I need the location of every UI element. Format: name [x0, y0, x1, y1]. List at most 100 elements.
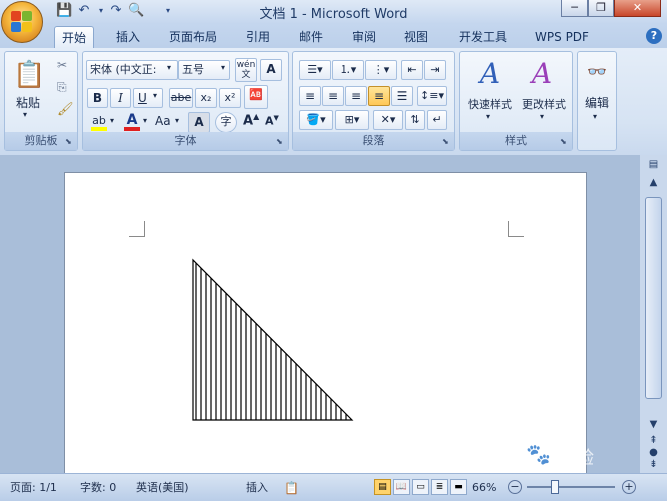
subscript-button[interactable]: x₂	[195, 88, 217, 108]
full-screen-reading-icon[interactable]: 📖	[393, 479, 410, 495]
line-spacing-button[interactable]: ↕≡▾	[417, 86, 447, 106]
scroll-thumb[interactable]	[645, 197, 662, 399]
zoom-slider-thumb[interactable]	[551, 480, 559, 494]
underline-button[interactable]: U	[133, 88, 163, 108]
paragraph-launcher-icon[interactable]: ⬊	[442, 137, 452, 147]
align-left-button[interactable]: ≡	[299, 86, 321, 106]
close-button[interactable]: ✕	[614, 0, 661, 17]
superscript-button[interactable]: x²	[219, 88, 241, 108]
change-styles-dropdown-icon[interactable]: ▾	[540, 112, 544, 121]
font-name-dropdown-icon[interactable]: ▾	[167, 63, 171, 72]
change-styles-button[interactable]: 更改样式	[516, 96, 572, 112]
word-count[interactable]: 字数: 0	[80, 480, 116, 496]
clipboard-launcher-icon[interactable]: ⬊	[65, 137, 75, 147]
print-layout-view-icon[interactable]: ▤	[374, 479, 391, 495]
find-icon[interactable]: 👓	[582, 60, 612, 84]
paste-dropdown-icon[interactable]: ▾	[23, 110, 27, 119]
tab-view[interactable]: 视图	[396, 26, 436, 48]
numbering-button[interactable]: ⒈▾	[332, 60, 364, 80]
grow-font-button[interactable]: A▲	[243, 112, 259, 128]
tab-wps-pdf[interactable]: WPS PDF	[527, 26, 597, 48]
vertical-scrollbar[interactable]: ▤ ▲ ▼ ⇞ ● ⇟	[640, 155, 667, 473]
chinese-layout-button[interactable]: ✕▾	[373, 110, 403, 130]
format-painter-icon[interactable]: 🖌	[57, 102, 74, 117]
tab-mailings[interactable]: 邮件	[291, 26, 331, 48]
decrease-indent-button[interactable]: ⇤	[401, 60, 423, 80]
editing-button[interactable]: 编辑	[580, 94, 614, 111]
paragraph-group: ☰▾ ⒈▾ ⋮▾ ⇤ ⇥ ≡ ≡ ≡ ≡ ☰ ↕≡▾ 🪣▾ ⊞▾ ✕▾ ⇅ ↵ …	[292, 51, 455, 151]
font-color-icon[interactable]: A	[122, 112, 142, 132]
clear-formatting-button[interactable]: 🆎	[244, 85, 268, 109]
cut-icon[interactable]: ✂	[57, 58, 67, 72]
quick-styles-button[interactable]: 快速样式	[462, 96, 518, 112]
font-launcher-icon[interactable]: ⬊	[276, 137, 286, 147]
underline-dropdown-icon[interactable]: ▾	[153, 91, 157, 100]
tab-home[interactable]: 开始	[54, 26, 94, 48]
quick-styles-dropdown-icon[interactable]: ▾	[486, 112, 490, 121]
sort-button[interactable]: ⇅	[405, 110, 425, 130]
tab-insert[interactable]: 插入	[108, 26, 148, 48]
phonetic-guide-button[interactable]: wén 文	[235, 58, 257, 82]
page-count[interactable]: 页面: 1/1	[10, 480, 57, 496]
restore-button[interactable]: ❐	[588, 0, 614, 17]
office-logo-icon	[11, 11, 33, 33]
tab-references[interactable]: 引用	[238, 26, 278, 48]
align-center-button[interactable]: ≡	[322, 86, 344, 106]
styles-launcher-icon[interactable]: ⬊	[560, 137, 570, 147]
watermark-brand: Bai	[486, 444, 522, 468]
office-button[interactable]	[1, 1, 43, 43]
insert-mode-indicator[interactable]: 插入	[246, 480, 268, 496]
scroll-up-icon[interactable]: ▲	[644, 175, 663, 191]
bullets-button[interactable]: ☰▾	[299, 60, 331, 80]
borders-button[interactable]: ⊞▾	[335, 110, 369, 130]
copy-icon[interactable]: ⎘	[57, 80, 67, 95]
enclose-characters-button[interactable]: 字	[215, 112, 237, 133]
web-layout-icon[interactable]: ▭	[412, 479, 429, 495]
watermark: Bai 🐾 经验	[486, 440, 636, 480]
document-page[interactable]	[64, 172, 587, 473]
next-page-icon[interactable]: ⇟	[644, 457, 663, 473]
zoom-in-icon[interactable]: +	[622, 480, 636, 494]
zoom-slider[interactable]	[527, 486, 615, 488]
font-name-value: 宋体 (中文正:	[90, 63, 157, 76]
highlight-icon[interactable]: ab	[89, 112, 109, 132]
zoom-out-icon[interactable]: −	[508, 480, 522, 494]
character-shading-button[interactable]: A	[188, 112, 210, 133]
change-case-button[interactable]: Aa	[155, 114, 171, 128]
ribbon-tabs: 开始 插入 页面布局 引用 邮件 审阅 视图 开发工具 WPS PDF	[0, 24, 667, 48]
ruler-toggle-icon[interactable]: ▤	[644, 157, 663, 173]
distributed-button[interactable]: ☰	[391, 86, 413, 106]
tab-review[interactable]: 审阅	[344, 26, 384, 48]
zoom-level[interactable]: 66%	[472, 480, 496, 496]
change-styles-icon[interactable]: A	[526, 58, 558, 90]
align-right-button[interactable]: ≡	[345, 86, 367, 106]
paste-button[interactable]: 粘贴	[11, 94, 45, 111]
font-name-select[interactable]: 宋体 (中文正:	[86, 60, 178, 80]
highlight-dropdown-icon[interactable]: ▾	[110, 116, 114, 125]
font-size-dropdown-icon[interactable]: ▾	[221, 63, 225, 72]
font-color-dropdown-icon[interactable]: ▾	[143, 116, 147, 125]
minimize-button[interactable]: ─	[561, 0, 588, 17]
shading-button[interactable]: 🪣▾	[299, 110, 333, 130]
strikethrough-button[interactable]: abe	[169, 88, 193, 108]
show-marks-button[interactable]: ↵	[427, 110, 447, 130]
character-border-button[interactable]: A	[260, 59, 282, 81]
tab-page-layout[interactable]: 页面布局	[160, 26, 226, 48]
language-indicator[interactable]: 英语(美国)	[136, 480, 189, 496]
paste-icon[interactable]: 📋	[13, 58, 45, 92]
quick-styles-icon[interactable]: A	[474, 58, 506, 90]
outline-view-icon[interactable]: ≣	[431, 479, 448, 495]
shrink-font-button[interactable]: A▼	[265, 114, 279, 128]
editing-dropdown-icon[interactable]: ▾	[593, 112, 597, 121]
bold-button[interactable]: B	[87, 88, 108, 108]
draft-view-icon[interactable]: ▬	[450, 479, 467, 495]
change-case-dropdown-icon[interactable]: ▾	[175, 116, 179, 125]
scroll-down-icon[interactable]: ▼	[644, 417, 663, 433]
tab-developer[interactable]: 开发工具	[451, 26, 515, 48]
italic-button[interactable]: I	[110, 88, 131, 108]
increase-indent-button[interactable]: ⇥	[424, 60, 446, 80]
help-icon[interactable]: ?	[646, 28, 662, 44]
multilevel-list-button[interactable]: ⋮▾	[365, 60, 397, 80]
justify-button[interactable]: ≡	[368, 86, 390, 106]
macro-record-icon[interactable]: 📋	[284, 480, 299, 496]
